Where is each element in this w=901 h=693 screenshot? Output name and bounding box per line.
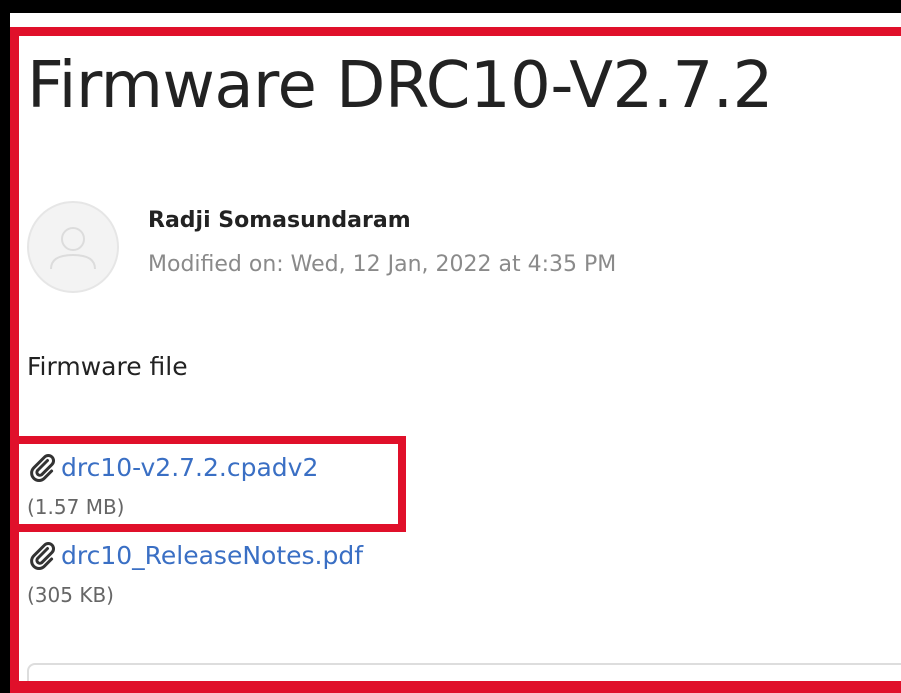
attachment-size: (1.57 MB) [27,495,125,519]
attachment-item: drc10-v2.7.2.cpadv2 (1.57 MB) [27,449,318,520]
attachment-link[interactable]: drc10-v2.7.2.cpadv2 [61,453,318,482]
article-body-text: Firmware file [27,352,188,381]
attachment-item: drc10_ReleaseNotes.pdf (305 KB) [27,537,363,608]
user-placeholder-icon [50,227,96,270]
screenshot-frame-top [0,0,901,13]
highlight-frame-left [10,27,19,693]
highlight-frame-bottom [10,681,901,693]
paperclip-icon [30,453,56,482]
attachment-link-row[interactable]: drc10_ReleaseNotes.pdf [27,537,363,573]
attachment-link[interactable]: drc10_ReleaseNotes.pdf [61,541,363,570]
highlight-frame-top [10,27,901,36]
attachment-size: (305 KB) [27,583,114,607]
section-divider [27,663,901,681]
article-title: Firmware DRC10-V2.7.2 [27,49,773,123]
modified-date: Modified on: Wed, 12 Jan, 2022 at 4:35 P… [148,252,617,277]
paperclip-icon [30,541,56,570]
screenshot-frame-left [0,0,10,693]
attachment-link-row[interactable]: drc10-v2.7.2.cpadv2 [27,449,318,485]
avatar [27,201,119,293]
page: Firmware DRC10-V2.7.2 Radji Somasundaram… [0,0,901,693]
author-name: Radji Somasundaram [148,208,411,233]
